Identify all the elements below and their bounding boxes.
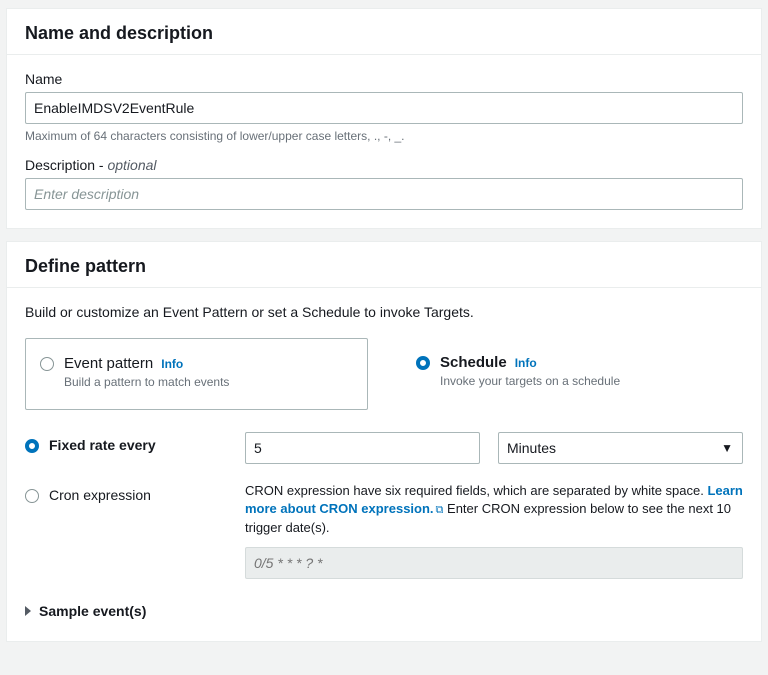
fixed-rate-unit-select[interactable]: Minutes: [498, 432, 743, 464]
panel-body: Name Maximum of 64 characters consisting…: [7, 55, 761, 228]
schedule-radio[interactable]: [416, 356, 430, 370]
caret-right-icon: [25, 606, 31, 616]
event-pattern-tile[interactable]: Event pattern Info Build a pattern to ma…: [25, 338, 368, 410]
event-pattern-content: Event pattern Info Build a pattern to ma…: [64, 355, 229, 389]
description-label-text: Description -: [25, 157, 107, 173]
description-input[interactable]: [25, 178, 743, 210]
description-label: Description - optional: [25, 157, 743, 173]
define-pattern-panel: Define pattern Build or customize an Eve…: [6, 241, 762, 642]
panel-header: Define pattern: [7, 242, 761, 288]
panel-header: Name and description: [7, 9, 761, 55]
fixed-rate-inputs: Minutes ▼: [245, 432, 743, 464]
description-field-group: Description - optional: [25, 157, 743, 210]
fixed-rate-radio-group[interactable]: Fixed rate every: [25, 432, 225, 453]
schedule-tile[interactable]: Schedule Info Invoke your targets on a s…: [408, 338, 743, 410]
event-pattern-title: Event pattern: [64, 355, 153, 372]
sample-events-label: Sample event(s): [39, 603, 146, 619]
name-description-panel: Name and description Name Maximum of 64 …: [6, 8, 762, 229]
optional-suffix: optional: [107, 157, 156, 173]
event-pattern-desc: Build a pattern to match events: [64, 375, 229, 389]
tile-title-row: Schedule Info: [440, 354, 620, 371]
cron-radio[interactable]: [25, 489, 39, 503]
define-pattern-heading: Define pattern: [25, 256, 743, 277]
fixed-rate-row: Fixed rate every Minutes ▼: [25, 432, 743, 464]
cron-label: Cron expression: [49, 487, 151, 503]
sample-events-expander[interactable]: Sample event(s): [25, 597, 743, 623]
cron-radio-group[interactable]: Cron expression: [25, 482, 225, 503]
panel-body: Build or customize an Event Pattern or s…: [7, 288, 761, 641]
fixed-rate-unit-wrap: Minutes ▼: [498, 432, 743, 464]
cron-desc-part1: CRON expression have six required fields…: [245, 483, 707, 498]
cron-expression-row: Cron expression CRON expression have six…: [25, 482, 743, 579]
name-field-group: Name Maximum of 64 characters consisting…: [25, 71, 743, 143]
fixed-rate-value-input[interactable]: [245, 432, 480, 464]
cron-right: CRON expression have six required fields…: [245, 482, 743, 579]
cron-expression-input: [245, 547, 743, 579]
schedule-content: Schedule Info Invoke your targets on a s…: [440, 354, 620, 388]
name-label: Name: [25, 71, 743, 87]
tile-title-row: Event pattern Info: [64, 355, 229, 372]
schedule-info-link[interactable]: Info: [515, 356, 537, 370]
schedule-desc: Invoke your targets on a schedule: [440, 374, 620, 388]
event-pattern-radio[interactable]: [40, 357, 54, 371]
event-pattern-info-link[interactable]: Info: [161, 357, 183, 371]
pattern-intro-text: Build or customize an Event Pattern or s…: [25, 304, 743, 320]
pattern-type-tiles: Event pattern Info Build a pattern to ma…: [25, 338, 743, 410]
name-helper-text: Maximum of 64 characters consisting of l…: [25, 129, 743, 143]
fixed-rate-label: Fixed rate every: [49, 437, 156, 453]
name-description-heading: Name and description: [25, 23, 743, 44]
schedule-title: Schedule: [440, 354, 507, 371]
name-input[interactable]: [25, 92, 743, 124]
fixed-rate-radio[interactable]: [25, 439, 39, 453]
cron-description: CRON expression have six required fields…: [245, 482, 743, 537]
